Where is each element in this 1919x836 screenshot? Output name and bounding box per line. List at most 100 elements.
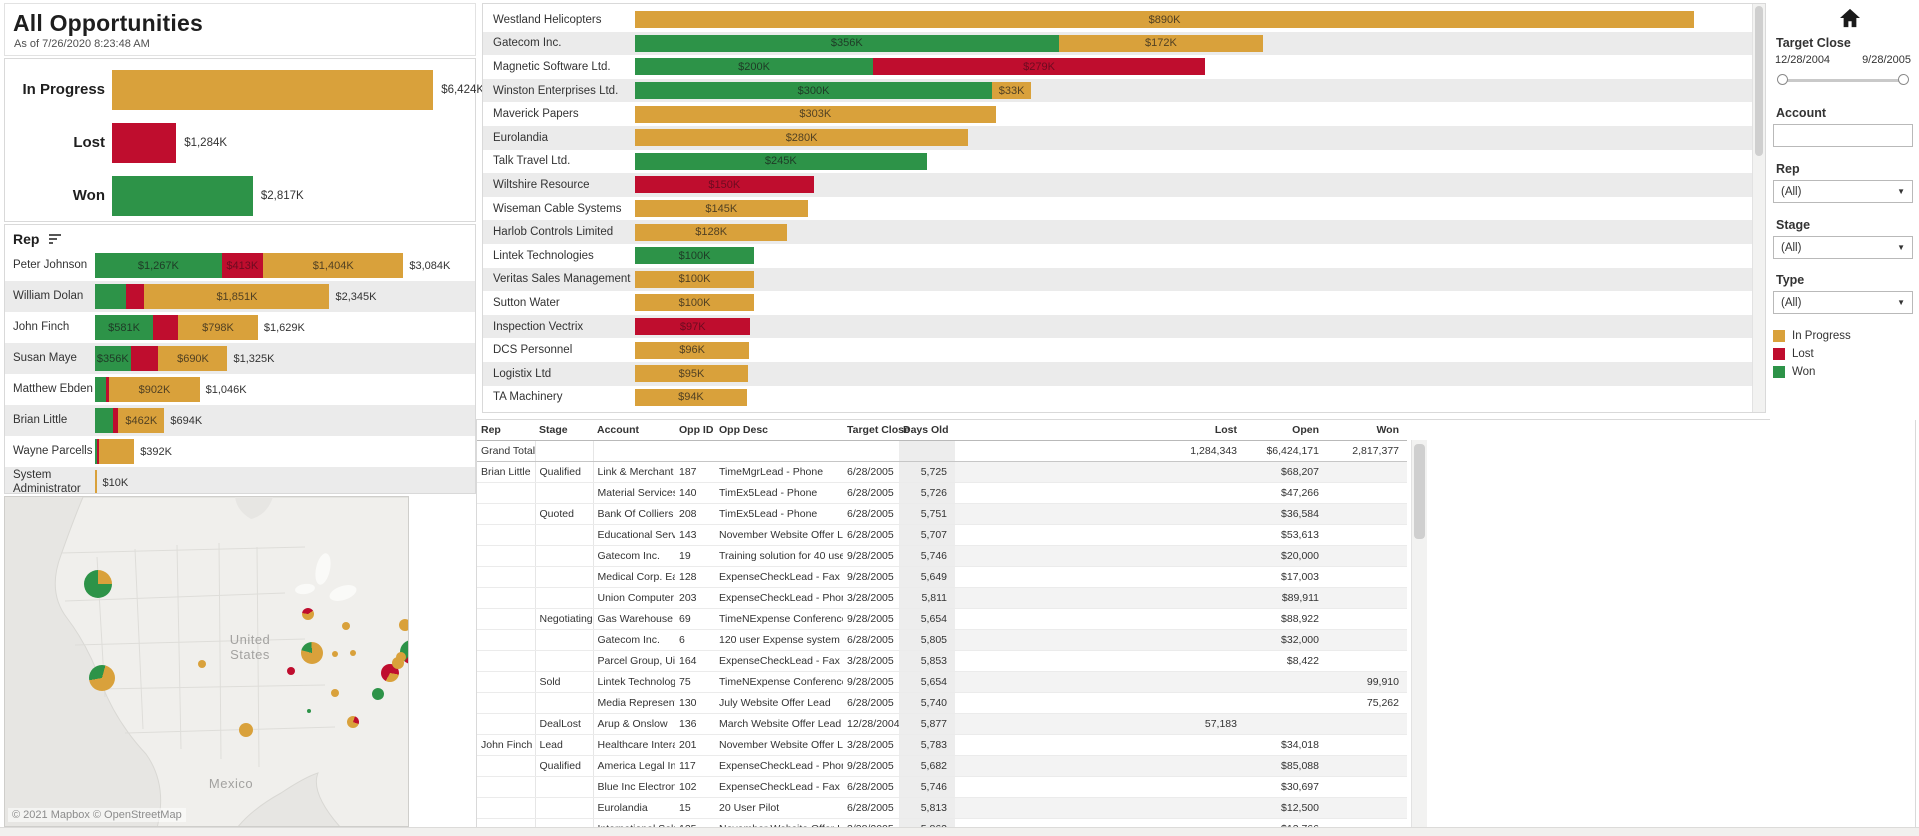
bar-segment[interactable]: [95, 377, 106, 402]
table-column-header[interactable]: Lost: [955, 420, 1245, 441]
table-row[interactable]: Gatecom Inc.6120 user Expense system6/28…: [477, 630, 1407, 651]
bar-segment[interactable]: [95, 284, 126, 309]
bar-segment[interactable]: $303K: [635, 106, 996, 123]
map-marker[interactable]: [287, 667, 295, 675]
map-marker[interactable]: [301, 642, 323, 664]
bar-segment[interactable]: [131, 346, 159, 371]
table-column-header[interactable]: Account: [593, 420, 675, 441]
bar-segment[interactable]: [126, 284, 144, 309]
map-marker[interactable]: [372, 688, 384, 700]
scrollbar-thumb[interactable]: [1414, 444, 1425, 539]
map-marker[interactable]: [350, 650, 356, 656]
table-row[interactable]: QualifiedAmerica Legal Inc.117ExpenseChe…: [477, 756, 1407, 777]
map-marker[interactable]: [84, 570, 112, 598]
bar-segment[interactable]: $413K: [222, 253, 263, 278]
bar-segment[interactable]: $145K: [635, 200, 808, 217]
bar-segment[interactable]: $1,851K: [144, 284, 329, 309]
legend-item-won[interactable]: Won: [1773, 366, 1913, 378]
grand-total-row[interactable]: Grand Total1,284,343$6,424,1712,817,377: [477, 441, 1407, 462]
map-marker[interactable]: [89, 665, 115, 691]
map-marker[interactable]: [347, 716, 359, 728]
table-row[interactable]: Gatecom Inc.19Training solution for 40 u…: [477, 546, 1407, 567]
table-column-header[interactable]: Open: [1245, 420, 1327, 441]
slider-handle-right[interactable]: [1898, 74, 1909, 85]
map-marker[interactable]: [399, 619, 409, 631]
table-column-header[interactable]: Opp ID: [675, 420, 715, 441]
map-panel[interactable]: UnitedStates Mexico © 2021 Mapbox © Open…: [4, 496, 409, 827]
legend-item-in_progress[interactable]: In Progress: [1773, 330, 1913, 342]
map-marker[interactable]: [198, 660, 206, 668]
table-row[interactable]: John FinchLeadHealthcare Interactive201N…: [477, 735, 1407, 756]
table-row[interactable]: Brian LittleQualifiedLink & Merchant Dis…: [477, 462, 1407, 483]
table-row[interactable]: SoldLintek Technologies75TimeNExpense Co…: [477, 672, 1407, 693]
table-row[interactable]: Media Representativ..130July Website Off…: [477, 693, 1407, 714]
table-row[interactable]: DealLostArup & Onslow136March Website Of…: [477, 714, 1407, 735]
table-column-header[interactable]: Stage: [535, 420, 593, 441]
table-column-header[interactable]: Won: [1327, 420, 1407, 441]
target-close-slider[interactable]: [1777, 74, 1909, 86]
bar-segment[interactable]: $902K: [109, 377, 199, 402]
bar-segment[interactable]: $356K: [95, 346, 131, 371]
slider-handle-left[interactable]: [1777, 74, 1788, 85]
bar-segment[interactable]: $280K: [635, 129, 968, 146]
bar-segment[interactable]: $128K: [635, 224, 787, 241]
bar-segment[interactable]: [153, 315, 178, 340]
table-row[interactable]: Material Services140TimEx5Lead - Phone6/…: [477, 483, 1407, 504]
bar-segment[interactable]: $100K: [635, 271, 754, 288]
table-row[interactable]: Eurolandia1520 User Pilot6/28/20055,813$…: [477, 798, 1407, 819]
bar-segment[interactable]: $581K: [95, 315, 153, 340]
bar-segment[interactable]: $96K: [635, 342, 749, 359]
slider-track[interactable]: [1781, 79, 1905, 82]
table-scrollbar[interactable]: [1411, 440, 1427, 827]
bar-segment[interactable]: $279K: [873, 58, 1205, 75]
rep-dropdown[interactable]: (All) ▼: [1773, 180, 1913, 203]
bar-segment[interactable]: [99, 439, 134, 464]
bar-segment[interactable]: $100K: [635, 294, 754, 311]
table-column-header[interactable]: Rep: [477, 420, 535, 441]
bar-segment[interactable]: $356K: [635, 35, 1059, 52]
table-row[interactable]: NegotiatingGas Warehouse69TimeNExpense C…: [477, 609, 1407, 630]
scrollbar-thumb[interactable]: [1755, 6, 1763, 156]
bar-segment[interactable]: $245K: [635, 153, 927, 170]
bar-segment[interactable]: $1,267K: [95, 253, 222, 278]
map-marker[interactable]: [307, 709, 311, 713]
bar-segment[interactable]: [95, 470, 97, 494]
stage-bar[interactable]: [112, 70, 433, 110]
bar-segment[interactable]: $1,404K: [263, 253, 403, 278]
table-row[interactable]: Medical Corp. Eastern128ExpenseCheckLead…: [477, 567, 1407, 588]
stage-bar[interactable]: [112, 176, 253, 216]
bar-segment[interactable]: $690K: [158, 346, 227, 371]
bar-segment[interactable]: $300K: [635, 82, 992, 99]
bar-segment[interactable]: $200K: [635, 58, 873, 75]
map-marker[interactable]: [332, 651, 338, 657]
table-row[interactable]: Parcel Group, Uinta164ExpenseCheckLead -…: [477, 651, 1407, 672]
stage-bar[interactable]: [112, 123, 176, 163]
map-marker[interactable]: [342, 622, 350, 630]
bar-segment[interactable]: $462K: [118, 408, 164, 433]
bar-segment[interactable]: $890K: [635, 11, 1694, 28]
table-column-header[interactable]: Opp Desc: [715, 420, 843, 441]
bar-segment[interactable]: [95, 408, 113, 433]
table-row[interactable]: QuotedBank Of Colliers208TimEx5Lead - Ph…: [477, 504, 1407, 525]
table-row[interactable]: Educational Services ..143November Websi…: [477, 525, 1407, 546]
bar-segment[interactable]: $172K: [1059, 35, 1264, 52]
stage-dropdown[interactable]: (All) ▼: [1773, 236, 1913, 259]
type-dropdown[interactable]: (All) ▼: [1773, 291, 1913, 314]
company-chart-scrollbar[interactable]: [1752, 4, 1765, 412]
legend-item-lost[interactable]: Lost: [1773, 348, 1913, 360]
account-input[interactable]: [1773, 124, 1913, 147]
table-row[interactable]: Blue Inc Electronic102ExpenseCheckLead -…: [477, 777, 1407, 798]
bar-segment[interactable]: $95K: [635, 365, 748, 382]
map-marker[interactable]: [302, 608, 314, 620]
bar-segment[interactable]: $798K: [178, 315, 258, 340]
map-marker[interactable]: [396, 652, 406, 662]
sort-icon[interactable]: [49, 234, 62, 245]
table-row[interactable]: Union Computer203ExpenseCheckLead - Phon…: [477, 588, 1407, 609]
home-icon[interactable]: [1839, 8, 1861, 28]
table-column-header[interactable]: Target Close: [843, 420, 899, 441]
bar-segment[interactable]: $94K: [635, 389, 747, 406]
bar-segment[interactable]: $150K: [635, 176, 814, 193]
table-column-header[interactable]: Days Old: [899, 420, 955, 441]
bar-segment[interactable]: $33K: [992, 82, 1031, 99]
bar-segment[interactable]: $97K: [635, 318, 750, 335]
